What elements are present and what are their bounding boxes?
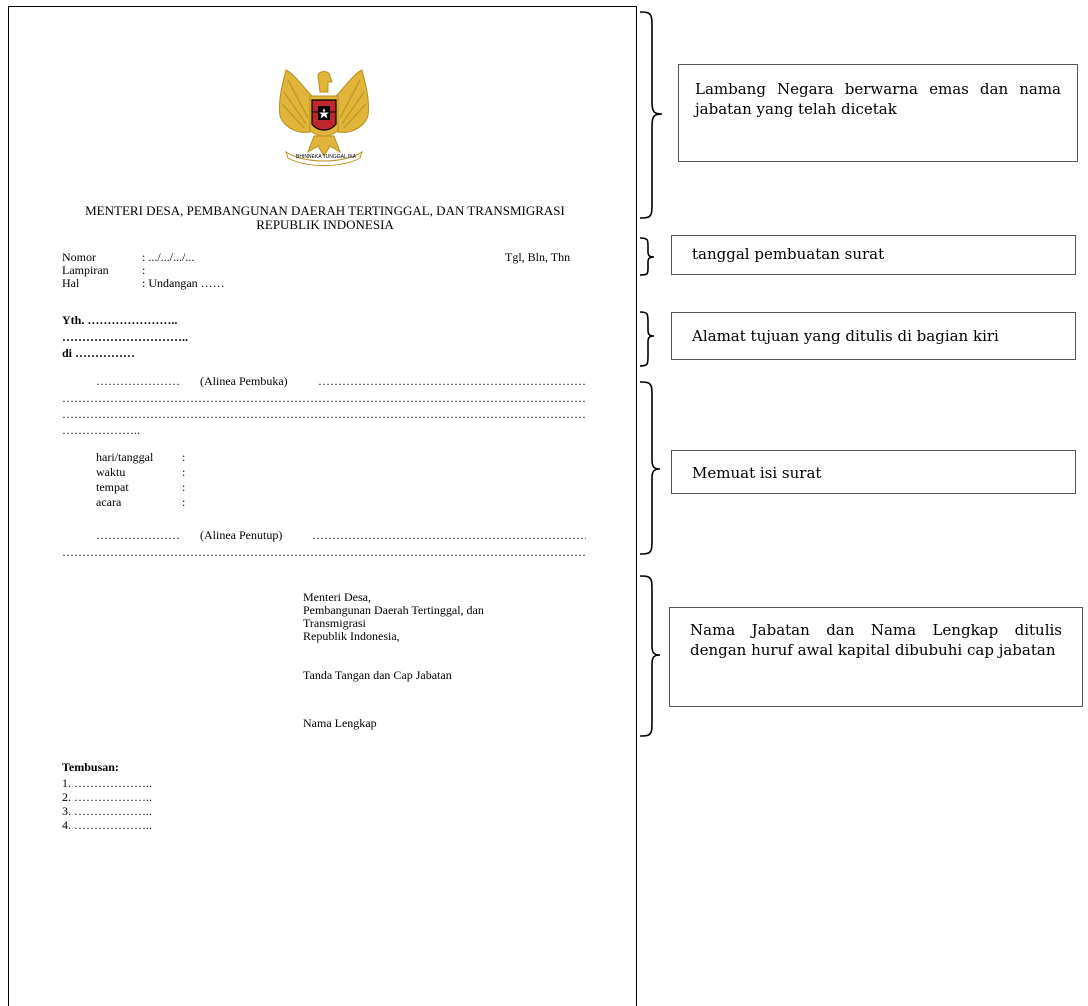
- tembusan-item: 1. ………………..: [62, 776, 152, 790]
- annotation-signature: Nama Jabatan dan Nama Lengkap ditulis de…: [669, 607, 1083, 707]
- body-dots-line: ……………………………………………………………………………………………………………: [62, 391, 586, 405]
- body-dots-tail: ………………..: [62, 423, 140, 437]
- hal-label: Hal: [62, 276, 80, 290]
- letter-header-line1: MENTERI DESA, PEMBANGUNAN DAERAH TERTING…: [85, 203, 565, 218]
- sign-line4: Republik Indonesia,: [303, 629, 400, 643]
- brace-date: [639, 237, 655, 276]
- letter-header-line2: REPUBLIK INDONESIA: [256, 217, 394, 232]
- detail-label: waktu: [96, 465, 126, 479]
- tembusan-item: 3. ………………..: [62, 804, 152, 818]
- detail-colon: :: [182, 465, 186, 479]
- sign-line1: Menteri Desa,: [303, 590, 371, 604]
- date-placeholder: Tgl, Bln, Thn: [505, 250, 571, 264]
- detail-colon: :: [182, 480, 186, 494]
- annotation-address: Alamat tujuan yang ditulis di bagian kir…: [671, 312, 1076, 360]
- detail-colon: :: [182, 450, 186, 464]
- brace-emblem: [639, 11, 663, 219]
- emblem-motto: BHINNEKA TUNGGAL IKA: [295, 154, 357, 160]
- brace-signature: [639, 575, 661, 737]
- pembuka-label: (Alinea Pembuka): [200, 374, 288, 388]
- hal-value: : Undangan ……: [142, 276, 225, 290]
- sign-line3: Transmigrasi: [303, 616, 366, 630]
- lampiran-label: Lampiran: [62, 263, 109, 277]
- annotation-date: tanggal pembuatan surat: [671, 235, 1076, 275]
- annotation-body: Memuat isi surat: [671, 450, 1076, 494]
- nomor-value: : .../.../.../...: [142, 250, 195, 264]
- pembuka-dots-lead: …………………: [96, 374, 180, 388]
- nomor-label: Nomor: [62, 250, 96, 264]
- detail-label: tempat: [96, 480, 129, 494]
- address-line: …………………………..: [62, 330, 188, 344]
- tembusan-label: Tembusan:: [62, 760, 119, 774]
- detail-label: hari/tanggal: [96, 450, 154, 464]
- brace-body: [639, 381, 661, 555]
- detail-label: acara: [96, 495, 122, 509]
- sign-name: Nama Lengkap: [303, 716, 377, 730]
- pembuka-dots-trail: ……………………………………………………………………………………………………………: [318, 374, 586, 388]
- tembusan-item: 2. ………………..: [62, 790, 152, 804]
- body-dots-line: ……………………………………………………………………………………………………………: [62, 407, 586, 421]
- penutup-dots-trail: ……………………………………………………………………………………………………………: [312, 528, 586, 542]
- annotation-emblem: Lambang Negara berwarna emas dan nama ja…: [678, 64, 1078, 162]
- sign-stamp: Tanda Tangan dan Cap Jabatan: [303, 668, 452, 682]
- penutup-dots-line: ……………………………………………………………………………………………………………: [62, 545, 586, 559]
- penutup-label: (Alinea Penutup): [200, 528, 283, 542]
- detail-colon: :: [182, 495, 186, 509]
- lampiran-value: :: [142, 263, 146, 277]
- sign-line2: Pembangunan Daerah Tertinggal, dan: [303, 603, 484, 617]
- di-line: di ……………: [62, 346, 136, 360]
- penutup-dots-lead: …………………: [96, 528, 180, 542]
- yth-line: Yth. …………………..: [62, 313, 178, 327]
- tembusan-item: 4. ………………..: [62, 818, 152, 832]
- brace-address: [639, 311, 655, 367]
